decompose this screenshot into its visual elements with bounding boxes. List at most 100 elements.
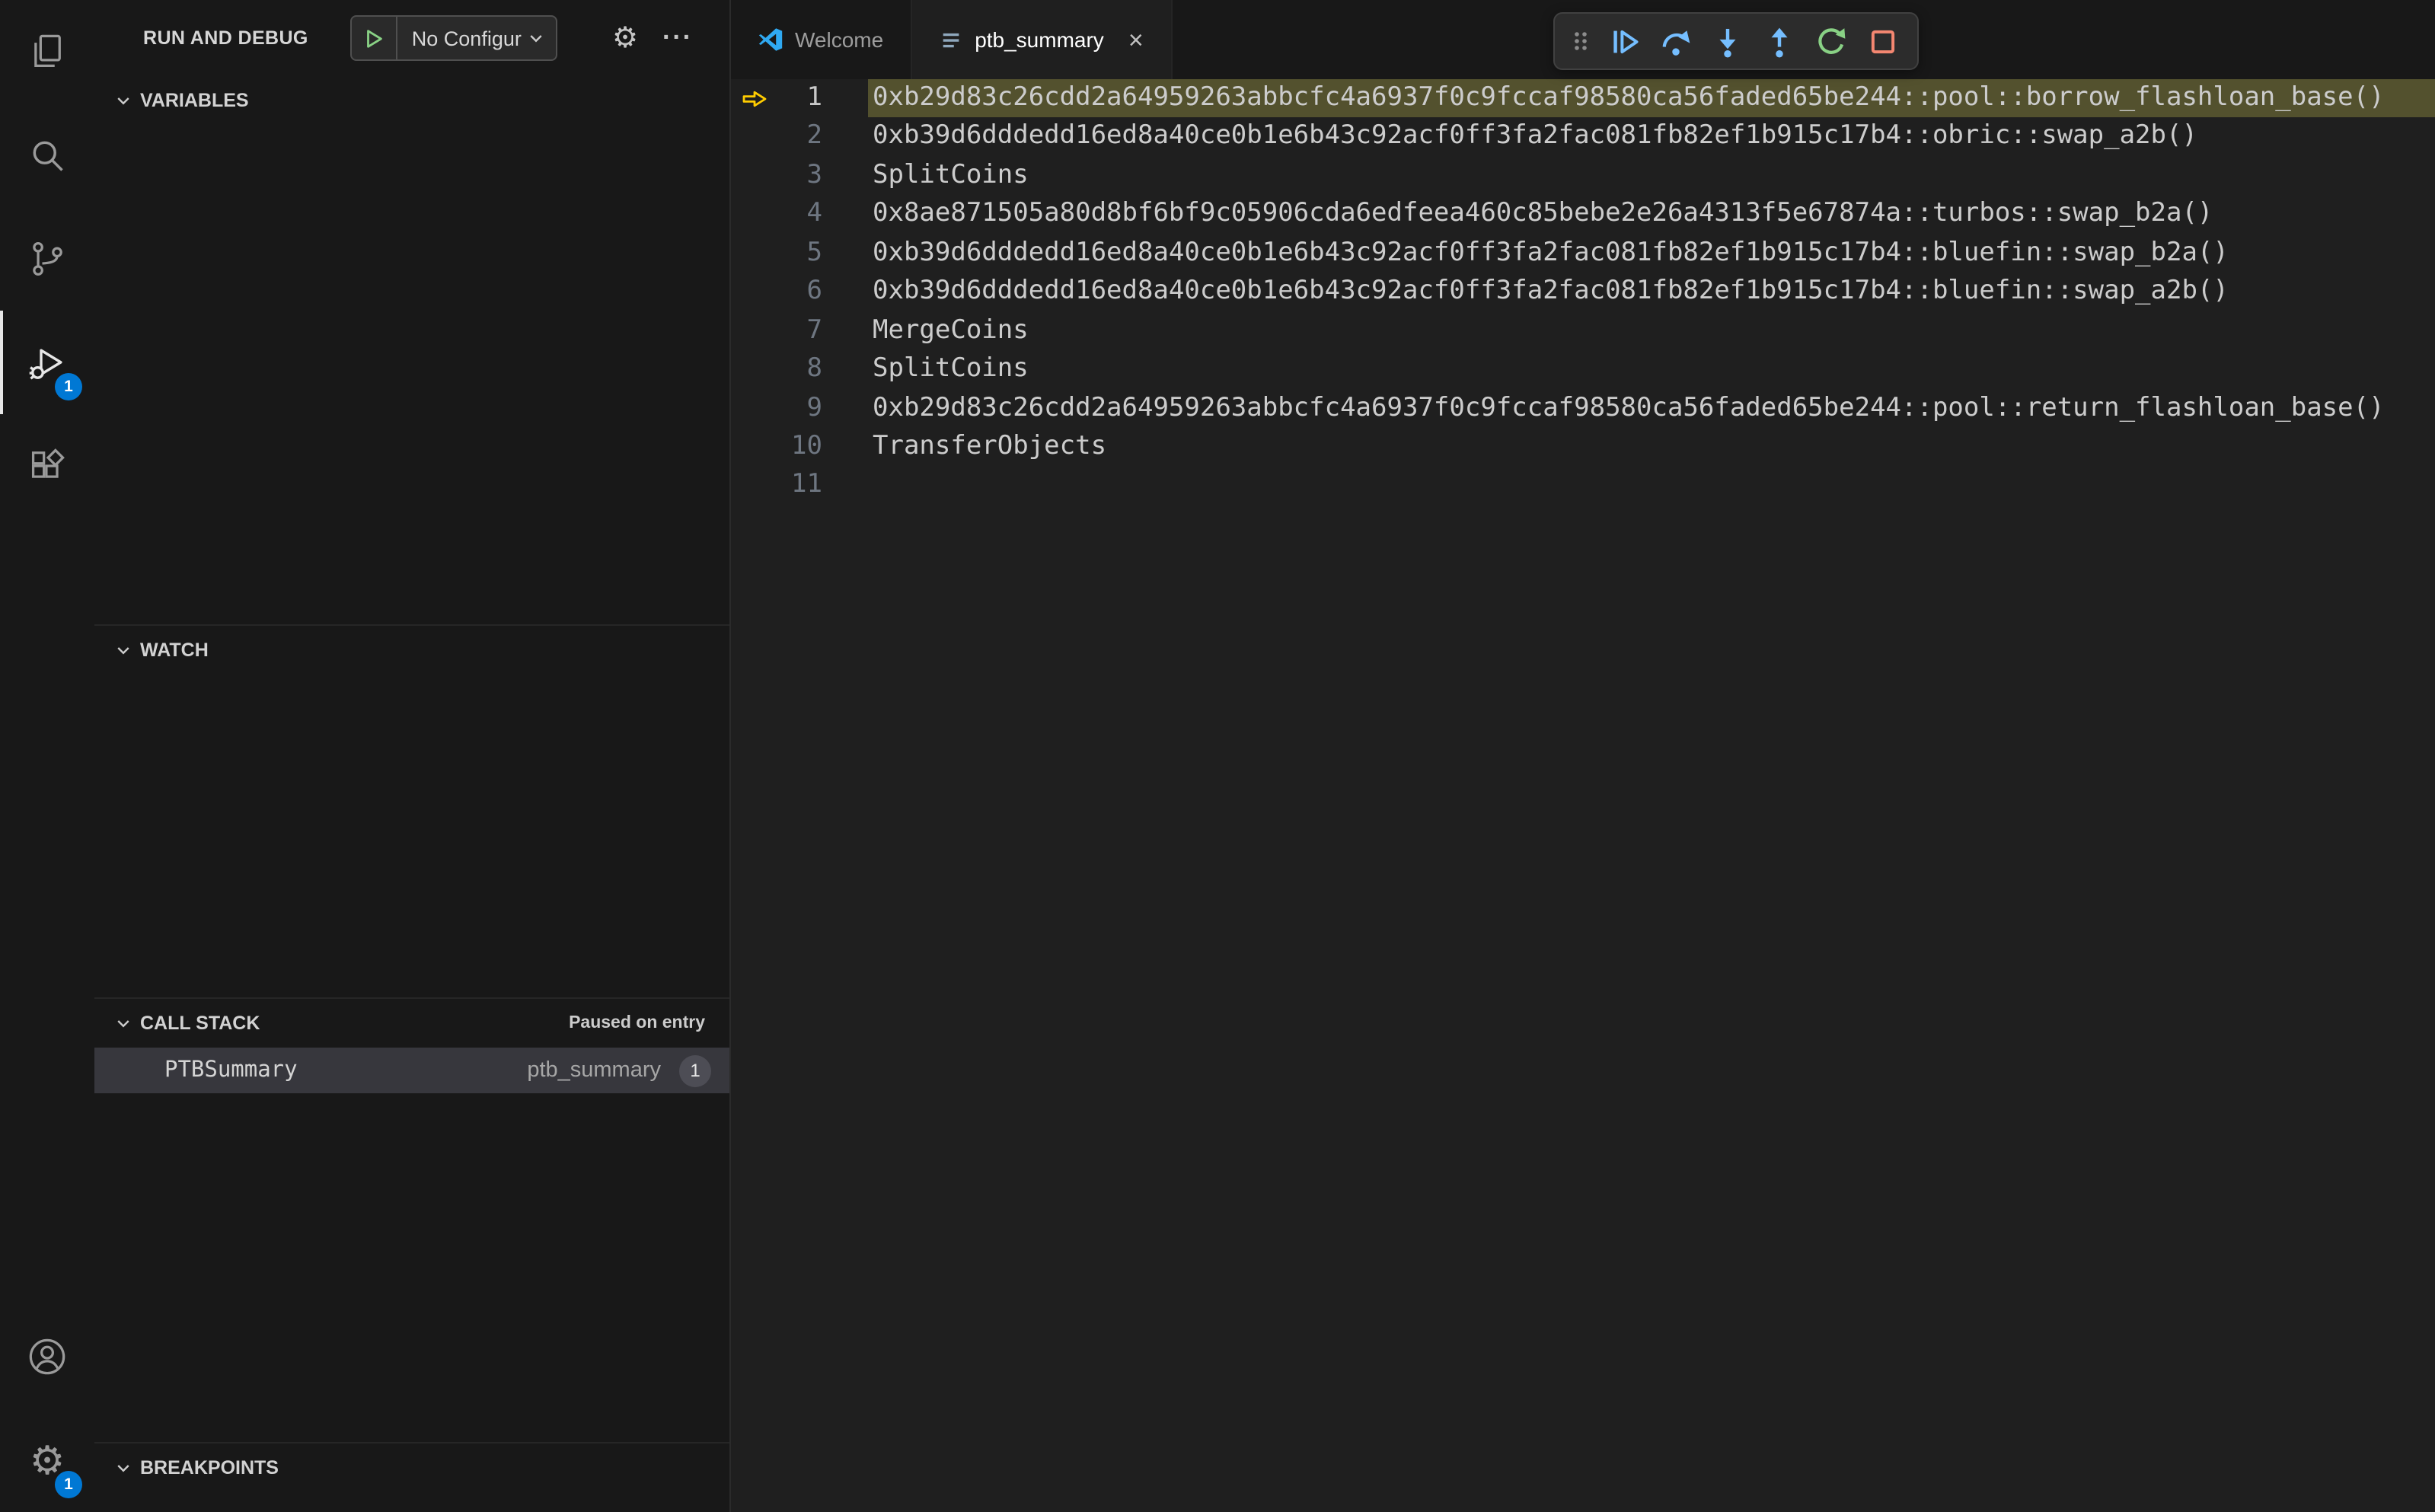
- more-actions-icon[interactable]: ···: [662, 23, 699, 53]
- call-stack-frame-row[interactable]: PTBSummary ptb_summary 1: [94, 1048, 729, 1093]
- line-number: 3: [806, 159, 823, 190]
- call-stack-section-header[interactable]: CALL STACK Paused on entry: [94, 999, 729, 1048]
- chevron-down-icon: [117, 1020, 129, 1028]
- breakpoint-gutter[interactable]: [731, 350, 777, 389]
- editor-line[interactable]: 3 SplitCoins: [731, 157, 2435, 196]
- editor-line[interactable]: 2 0xb39d6dddedd16ed8a40ce0b1e6b43c92acf0f…: [731, 118, 2435, 157]
- vscode-window: 1 ⚙ 1 RUN AND DEBUG No Configur ⚙ ··· VA…: [0, 0, 2435, 1512]
- editor-line[interactable]: 5 0xb39d6dddedd16ed8a40ce0b1e6b43c92acf0f…: [731, 234, 2435, 273]
- sidebar-header: RUN AND DEBUG No Configur ⚙ ···: [94, 0, 729, 76]
- line-number: 10: [791, 430, 822, 461]
- variables-section-label: VARIABLES: [140, 90, 249, 111]
- toolbar-drag-handle[interactable]: [1565, 18, 1596, 64]
- code-line-text[interactable]: 0x8ae871505a80d8bf6bf9c05906cda6edfeea46…: [868, 196, 2435, 234]
- file-icon: [943, 32, 959, 47]
- code-line-text[interactable]: 0xb39d6dddedd16ed8a40ce0b1e6b43c92acf0ff…: [868, 273, 2435, 311]
- breakpoints-section: BREAKPOINTS: [94, 1442, 729, 1512]
- activity-bar: 1 ⚙ 1: [0, 0, 94, 1512]
- code-line-text[interactable]: [868, 467, 2435, 506]
- breakpoint-gutter[interactable]: [731, 311, 777, 350]
- tab-ptb-summary[interactable]: ptb_summary ×: [912, 0, 1173, 79]
- breakpoint-gutter[interactable]: [731, 428, 777, 467]
- line-number: 9: [806, 392, 823, 423]
- step-over-button[interactable]: [1652, 18, 1699, 64]
- code-line-text[interactable]: MergeCoins: [868, 311, 2435, 350]
- code-line-text[interactable]: 0xb29d83c26cdd2a64959263abbcfc4a6937f0c9…: [868, 389, 2435, 428]
- configuration-label: No Configur: [411, 27, 522, 49]
- step-into-button[interactable]: [1704, 18, 1751, 64]
- open-launch-json-gear-icon[interactable]: ⚙: [612, 24, 638, 53]
- sidebar-item-source-control[interactable]: [0, 207, 94, 311]
- source-control-icon: [27, 239, 67, 279]
- run-and-debug-sidebar: RUN AND DEBUG No Configur ⚙ ··· VARIABLE…: [94, 0, 731, 1512]
- chevron-down-icon: [117, 647, 129, 655]
- code-line-text[interactable]: SplitCoins: [868, 350, 2435, 389]
- breakpoint-gutter[interactable]: [731, 118, 777, 157]
- editor-line[interactable]: 8 SplitCoins: [731, 350, 2435, 389]
- breakpoints-section-header[interactable]: BREAKPOINTS: [94, 1443, 729, 1492]
- code-line-text[interactable]: TransferObjects: [868, 428, 2435, 467]
- variables-section-header[interactable]: VARIABLES: [94, 76, 729, 125]
- editor-group: Welcome ptb_summary × 1 0xb29d83c26cdd2a…: [731, 0, 2435, 1512]
- account-icon: [27, 1337, 67, 1376]
- restart-button[interactable]: [1808, 18, 1855, 64]
- explorer-icon: [27, 32, 67, 72]
- debug-toolbar: [1553, 12, 1919, 70]
- chevron-down-icon: [117, 97, 129, 105]
- breakpoint-gutter[interactable]: [731, 273, 777, 311]
- settings-button[interactable]: ⚙ 1: [0, 1408, 94, 1512]
- sidebar-item-extensions[interactable]: [0, 414, 94, 518]
- editor-line[interactable]: 9 0xb29d83c26cdd2a64959263abbcfc4a6937f0c…: [731, 389, 2435, 428]
- tab-label: ptb_summary: [975, 27, 1104, 52]
- sidebar-item-explorer[interactable]: [0, 0, 94, 104]
- gripper-icon: [1575, 32, 1587, 50]
- step-out-icon: [1771, 27, 1788, 57]
- stop-button[interactable]: [1859, 18, 1907, 64]
- sidebar-title: RUN AND DEBUG: [143, 27, 308, 49]
- line-number: 7: [806, 314, 823, 346]
- code-line-text[interactable]: 0xb39d6dddedd16ed8a40ce0b1e6b43c92acf0ff…: [868, 234, 2435, 273]
- code-line-text[interactable]: 0xb29d83c26cdd2a64959263abbcfc4a6937f0c9…: [868, 79, 2435, 118]
- editor-line[interactable]: 6 0xb39d6dddedd16ed8a40ce0b1e6b43c92acf0f…: [731, 273, 2435, 311]
- variables-section: VARIABLES: [94, 76, 729, 624]
- debug-arrow-gutter[interactable]: [731, 79, 777, 118]
- editor-line[interactable]: 11: [731, 467, 2435, 506]
- breakpoint-gutter[interactable]: [731, 389, 777, 428]
- line-number: 8: [806, 353, 823, 384]
- breakpoint-gutter[interactable]: [731, 157, 777, 196]
- editor-line[interactable]: 7 MergeCoins: [731, 311, 2435, 350]
- frame-file-name: ptb_summary: [527, 1058, 661, 1083]
- breakpoints-section-body: [94, 1492, 729, 1512]
- line-number: 5: [806, 237, 823, 268]
- close-icon[interactable]: ×: [1128, 27, 1144, 53]
- tab-welcome[interactable]: Welcome: [731, 0, 913, 79]
- step-out-button[interactable]: [1756, 18, 1803, 64]
- watch-section-header[interactable]: WATCH: [94, 626, 729, 675]
- debug-current-line-arrow-icon: [742, 91, 766, 107]
- code-editor[interactable]: 1 0xb29d83c26cdd2a64959263abbcfc4a6937f0c…: [731, 79, 2435, 1512]
- editor-line[interactable]: 1 0xb29d83c26cdd2a64959263abbcfc4a6937f0c…: [731, 79, 2435, 118]
- accounts-button[interactable]: [0, 1305, 94, 1408]
- breakpoint-gutter[interactable]: [731, 196, 777, 234]
- sidebar-item-search[interactable]: [0, 104, 94, 207]
- call-stack-section-body: PTBSummary ptb_summary 1: [94, 1048, 729, 1442]
- frame-name: PTBSummary: [164, 1058, 298, 1083]
- editor-lines: 1 0xb29d83c26cdd2a64959263abbcfc4a6937f0c…: [731, 79, 2435, 506]
- breakpoint-gutter[interactable]: [731, 234, 777, 273]
- stop-icon: [1871, 29, 1895, 53]
- code-line-text[interactable]: 0xb39d6dddedd16ed8a40ce0b1e6b43c92acf0ff…: [868, 118, 2435, 157]
- sidebar-item-run-and-debug[interactable]: 1: [0, 311, 94, 414]
- editor-line[interactable]: 4 0x8ae871505a80d8bf6bf9c05906cda6edfeea4…: [731, 196, 2435, 234]
- search-icon: [27, 136, 67, 175]
- line-number: 6: [806, 276, 823, 307]
- launch-configuration-dropdown[interactable]: No Configur: [350, 15, 558, 61]
- watch-section-body: [94, 675, 729, 997]
- variables-section-body: [94, 125, 729, 624]
- continue-button[interactable]: [1600, 18, 1648, 64]
- start-debugging-icon[interactable]: [353, 17, 398, 59]
- line-number: 4: [806, 198, 823, 229]
- step-into-icon: [1719, 27, 1736, 57]
- editor-line[interactable]: 10 TransferObjects: [731, 428, 2435, 467]
- code-line-text[interactable]: SplitCoins: [868, 157, 2435, 196]
- breakpoint-gutter[interactable]: [731, 467, 777, 506]
